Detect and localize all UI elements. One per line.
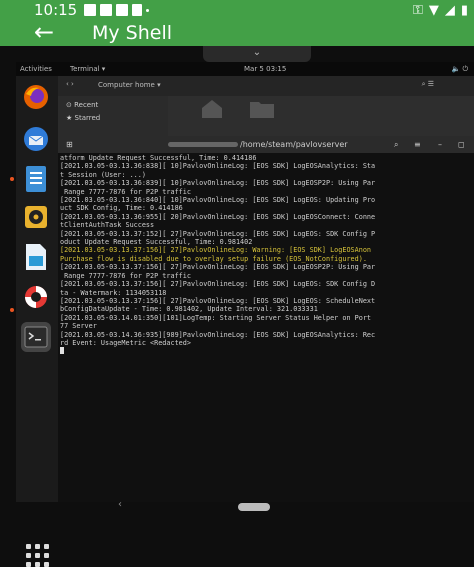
dock-thunderbird[interactable] xyxy=(21,124,51,154)
android-nav-bar: ‹ xyxy=(16,499,474,512)
dock-rhythmbox[interactable] xyxy=(21,202,51,232)
dock-writer[interactable] xyxy=(21,242,51,272)
battery-icon: ▮ xyxy=(460,3,468,18)
photo-icon xyxy=(116,4,128,16)
files-window: ‹ › Computer home ▾ ⌕ ☰ ⊙ Recent ★ Starr… xyxy=(58,76,474,136)
back-button[interactable]: ← xyxy=(34,18,54,46)
terminal-window[interactable]: ⊞ /home/steam/pavlovserver ⌕ ≡ – ◻ atfor… xyxy=(58,136,474,508)
terminal-line: [2021.03.05-03.13.37:156][ 27]PavlovOnli… xyxy=(60,280,376,289)
terminal-line: [2021.03.05-03.13.36:840][ 10]PavlovOnli… xyxy=(60,196,376,205)
files-icons xyxy=(198,98,276,118)
terminal-line: atform Update Request Successful, Time: … xyxy=(60,154,257,162)
show-applications-icon[interactable] xyxy=(26,544,49,567)
files-sidebar: ⊙ Recent ★ Starred xyxy=(58,96,168,136)
sidebar-item-recent[interactable]: ⊙ Recent xyxy=(58,96,168,109)
terminal-line: ta - Watermark: 1134053118 xyxy=(60,288,167,297)
terminal-titlebar: ⊞ /home/steam/pavlovserver ⌕ ≡ – ◻ xyxy=(58,136,474,153)
minimize-icon[interactable]: – xyxy=(438,136,442,153)
dock-firefox[interactable] xyxy=(21,82,51,112)
notification-icon xyxy=(84,4,96,16)
maximize-icon[interactable]: ◻ xyxy=(458,136,465,153)
dock-terminal[interactable] xyxy=(21,322,51,352)
menu-icon[interactable]: ≡ xyxy=(414,136,421,153)
terminal-line: Range 7777-7876 for P2P traffic xyxy=(60,187,191,196)
writer-icon xyxy=(26,244,46,270)
dot-icon xyxy=(146,9,149,12)
files-header-bar: ‹ › Computer home ▾ ⌕ ☰ xyxy=(58,76,474,96)
wifi-icon: ▼ xyxy=(428,3,439,18)
desktop-top-bar: Activities Terminal ▾ Mar 5 03:15 🔈 ⏻ xyxy=(16,62,474,76)
terminal-line: uct SDK Config, Time: 0.414186 xyxy=(60,204,183,213)
new-tab-icon[interactable]: ⊞ xyxy=(66,136,73,153)
terminal-cursor xyxy=(60,347,472,356)
search-icon[interactable]: ⌕ xyxy=(394,136,398,153)
running-indicator xyxy=(10,177,14,181)
nav-back-icon[interactable]: ‹ xyxy=(118,499,122,510)
dock-help[interactable] xyxy=(21,282,51,312)
thunderbird-icon xyxy=(24,127,48,151)
terminal-line: [2021.03.05-03.14.01:350][101]LogTemp: S… xyxy=(60,313,371,322)
home-pill[interactable] xyxy=(238,503,270,511)
dock-files[interactable] xyxy=(21,164,51,194)
terminal-line: t Session (User: ...) xyxy=(60,170,146,179)
search-icon[interactable]: ⌕ ☰ xyxy=(422,80,434,89)
firefox-icon xyxy=(24,85,48,109)
home-folder-icon[interactable] xyxy=(198,98,226,118)
active-indicator xyxy=(10,308,14,312)
terminal-line: Range 7777-7876 for P2P traffic xyxy=(60,271,191,280)
vnc-toolbar-toggle[interactable]: ⌄ xyxy=(203,46,311,62)
terminal-line: [2021.03.05-03.13.37:152][ 27]PavlovOnli… xyxy=(60,229,376,238)
android-status-bar: 10:15 ⚿ ▼ ◢ ▮ xyxy=(0,0,474,20)
notification-icons xyxy=(84,4,149,16)
terminal-app-menu[interactable]: Terminal ▾ xyxy=(70,62,105,76)
terminal-line: 77 Server xyxy=(60,322,97,331)
location-bar[interactable]: Computer home ▾ xyxy=(98,81,161,89)
terminal-line: [2021.03.05-03.13.36:955][ 20]PavlovOnli… xyxy=(60,212,376,221)
terminal-line: tClientAuthTask Success xyxy=(60,221,155,230)
vpn-key-icon: ⚿ xyxy=(412,3,423,18)
terminal-line: [2021.03.05-03.13.37:156][ 27]PavlovOnli… xyxy=(60,246,371,255)
terminal-output[interactable]: atform Update Request Successful, Time: … xyxy=(60,154,472,508)
gallery-icon xyxy=(100,4,112,16)
status-time: 10:15 xyxy=(34,1,78,19)
terminal-line: [2021.03.05-03.13.37:156][ 27]PavlovOnli… xyxy=(60,263,376,272)
terminal-icon xyxy=(24,326,48,348)
terminal-line: Purchase flow is disabled due to overlay… xyxy=(60,254,367,263)
nav-back-icon[interactable]: ‹ › xyxy=(66,80,74,88)
activities-button[interactable]: Activities xyxy=(20,62,52,76)
terminal-line: [2021.03.05-03.13.37:156][ 27]PavlovOnli… xyxy=(60,296,376,305)
terminal-title: /home/steam/pavlovserver xyxy=(240,140,348,149)
terminal-line: rd Event: UsageMetric <Redacted> xyxy=(60,338,191,347)
signal-icon: ◢ xyxy=(444,3,455,18)
files-icon xyxy=(26,166,46,192)
redacted-user-host xyxy=(168,142,238,147)
dock xyxy=(10,76,58,567)
terminal-line: [2021.03.05-03.13.36:839][ 10]PavlovOnli… xyxy=(60,179,376,188)
terminal-line: bConfigDataUpdate - Time: 0.981402, Upda… xyxy=(60,305,318,314)
app-bar: ← My Shell xyxy=(0,18,474,46)
folder-icon[interactable] xyxy=(248,98,276,118)
rhythmbox-icon xyxy=(25,206,47,228)
app-title: My Shell xyxy=(92,22,173,44)
terminal-line: oduct Update Request Successful, Time: 0… xyxy=(60,238,253,247)
terminal-line: [2021.03.05-03.13.36:838][ 10]PavlovOnli… xyxy=(60,162,376,171)
clock[interactable]: Mar 5 03:15 xyxy=(244,62,286,76)
system-tray[interactable]: 🔈 ⏻ xyxy=(452,62,468,76)
help-lifebuoy-icon xyxy=(25,286,47,308)
android-icon xyxy=(132,4,142,16)
terminal-line: [2021.03.05-03.14.36:935][989]PavlovOnli… xyxy=(60,330,376,339)
system-icons: ⚿ ▼ ◢ ▮ xyxy=(413,3,468,18)
sidebar-item-starred[interactable]: ★ Starred xyxy=(58,109,168,122)
